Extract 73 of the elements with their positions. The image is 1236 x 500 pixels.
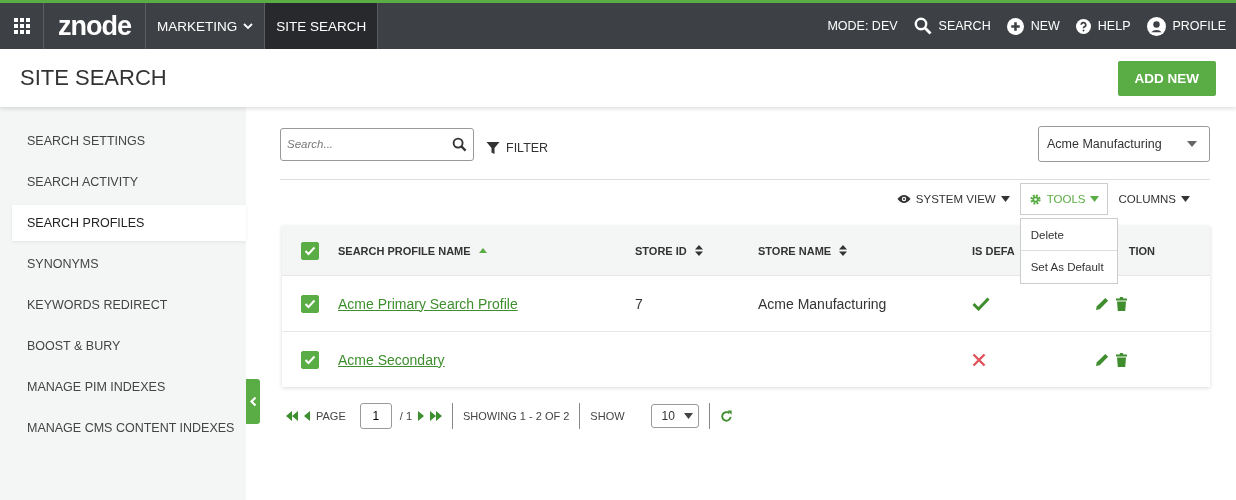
caret-icon: [1181, 196, 1190, 202]
trash-icon[interactable]: [1116, 352, 1127, 367]
show-label: SHOW: [590, 410, 625, 422]
caret-icon: [1090, 196, 1100, 202]
column-header[interactable]: STORE ID: [635, 244, 687, 257]
cross-icon: [972, 352, 986, 367]
top-action-link[interactable]: PROFILE: [1146, 3, 1226, 49]
search-field[interactable]: Search...: [280, 127, 474, 161]
profile-name-link[interactable]: Acme Primary Search Profile: [338, 295, 518, 312]
sidebar-item[interactable]: KEYWORDS REDIRECT: [12, 287, 246, 323]
table-cell: 7: [635, 295, 643, 312]
collapse-sidebar-button[interactable]: [246, 379, 260, 424]
user-avatar-icon: [1146, 16, 1166, 36]
last-page-icon[interactable]: [430, 411, 442, 421]
checkmark-icon: [304, 354, 316, 365]
page-count: / 1: [399, 410, 412, 422]
search-icon: [452, 136, 467, 152]
sidebar-item[interactable]: MANAGE CMS CONTENT INDEXES: [12, 410, 246, 446]
page-number-field[interactable]: 1: [359, 403, 392, 429]
edit-pencil-icon[interactable]: [1095, 352, 1110, 367]
sidebar-item[interactable]: BOOST & BURY: [12, 328, 246, 364]
select-all-checkbox[interactable]: [301, 241, 319, 260]
column-header[interactable]: IS DEFA: [972, 244, 1015, 257]
caret-icon: [683, 413, 693, 419]
plus-circle-icon: [1006, 17, 1024, 35]
trash-icon[interactable]: [1116, 296, 1127, 311]
refresh-icon[interactable]: [719, 409, 733, 423]
profile-name-link[interactable]: Acme Secondary: [338, 351, 445, 368]
logo[interactable]: znode: [44, 3, 146, 49]
chevron-left-icon: [249, 396, 257, 407]
row-checkbox[interactable]: [301, 350, 319, 369]
sort-icon[interactable]: [694, 245, 703, 256]
search-icon: [913, 17, 932, 35]
column-header[interactable]: STORE NAME: [758, 244, 832, 257]
top-action-link[interactable]: HELP: [1075, 3, 1131, 49]
store-select[interactable]: Acme Manufacturing: [1038, 126, 1210, 162]
system-view-button[interactable]: SYSTEM VIEW: [896, 193, 1010, 205]
checkmark-icon: [304, 298, 316, 309]
help-icon: [1075, 18, 1091, 34]
sort-icon[interactable]: [839, 245, 848, 256]
next-page-icon[interactable]: [418, 411, 424, 421]
edit-pencil-icon[interactable]: [1095, 296, 1110, 311]
nav-tab[interactable]: SITE SEARCH: [265, 3, 379, 49]
sidebar-item[interactable]: MANAGE PIM INDEXES: [12, 369, 246, 405]
page-title: SITE SEARCH: [20, 65, 167, 91]
grid-icon: [12, 17, 31, 35]
column-header[interactable]: SEARCH PROFILE NAME: [338, 244, 471, 257]
sort-ascending-icon[interactable]: [478, 248, 487, 253]
caret-icon: [1187, 141, 1197, 147]
eye-icon: [896, 194, 911, 204]
checkmark-icon: [304, 245, 316, 256]
sidebar-item[interactable]: SEARCH PROFILES: [12, 205, 246, 241]
filter-button[interactable]: FILTER: [486, 141, 549, 155]
first-page-icon[interactable]: [286, 411, 298, 421]
page-label: PAGE: [316, 410, 346, 422]
columns-button[interactable]: COLUMNS: [1118, 193, 1190, 205]
menu-item[interactable]: Set As Default: [1020, 251, 1117, 283]
top-action-link[interactable]: SEARCH: [913, 3, 991, 49]
gear-icon: [1028, 192, 1042, 206]
previous-page-icon[interactable]: [304, 411, 310, 421]
sidebar-item[interactable]: SEARCH ACTIVITY: [12, 164, 246, 200]
column-header[interactable]: TION: [1128, 244, 1155, 257]
caret-icon: [1000, 196, 1010, 202]
mode-label: MODE: DEV: [827, 19, 898, 33]
showing-count: SHOWING 1 - 2 OF 2: [463, 410, 570, 422]
sidebar-item[interactable]: SEARCH SETTINGS: [12, 123, 246, 159]
page-size-select[interactable]: 10: [650, 404, 699, 428]
filter-icon: [486, 141, 500, 155]
table-cell: Acme Manufacturing: [758, 295, 887, 312]
checkmark-icon: [972, 296, 990, 311]
top-action-link[interactable]: NEW: [1006, 3, 1060, 49]
row-checkbox[interactable]: [301, 294, 319, 313]
sidebar-item[interactable]: SYNONYMS: [12, 246, 246, 282]
